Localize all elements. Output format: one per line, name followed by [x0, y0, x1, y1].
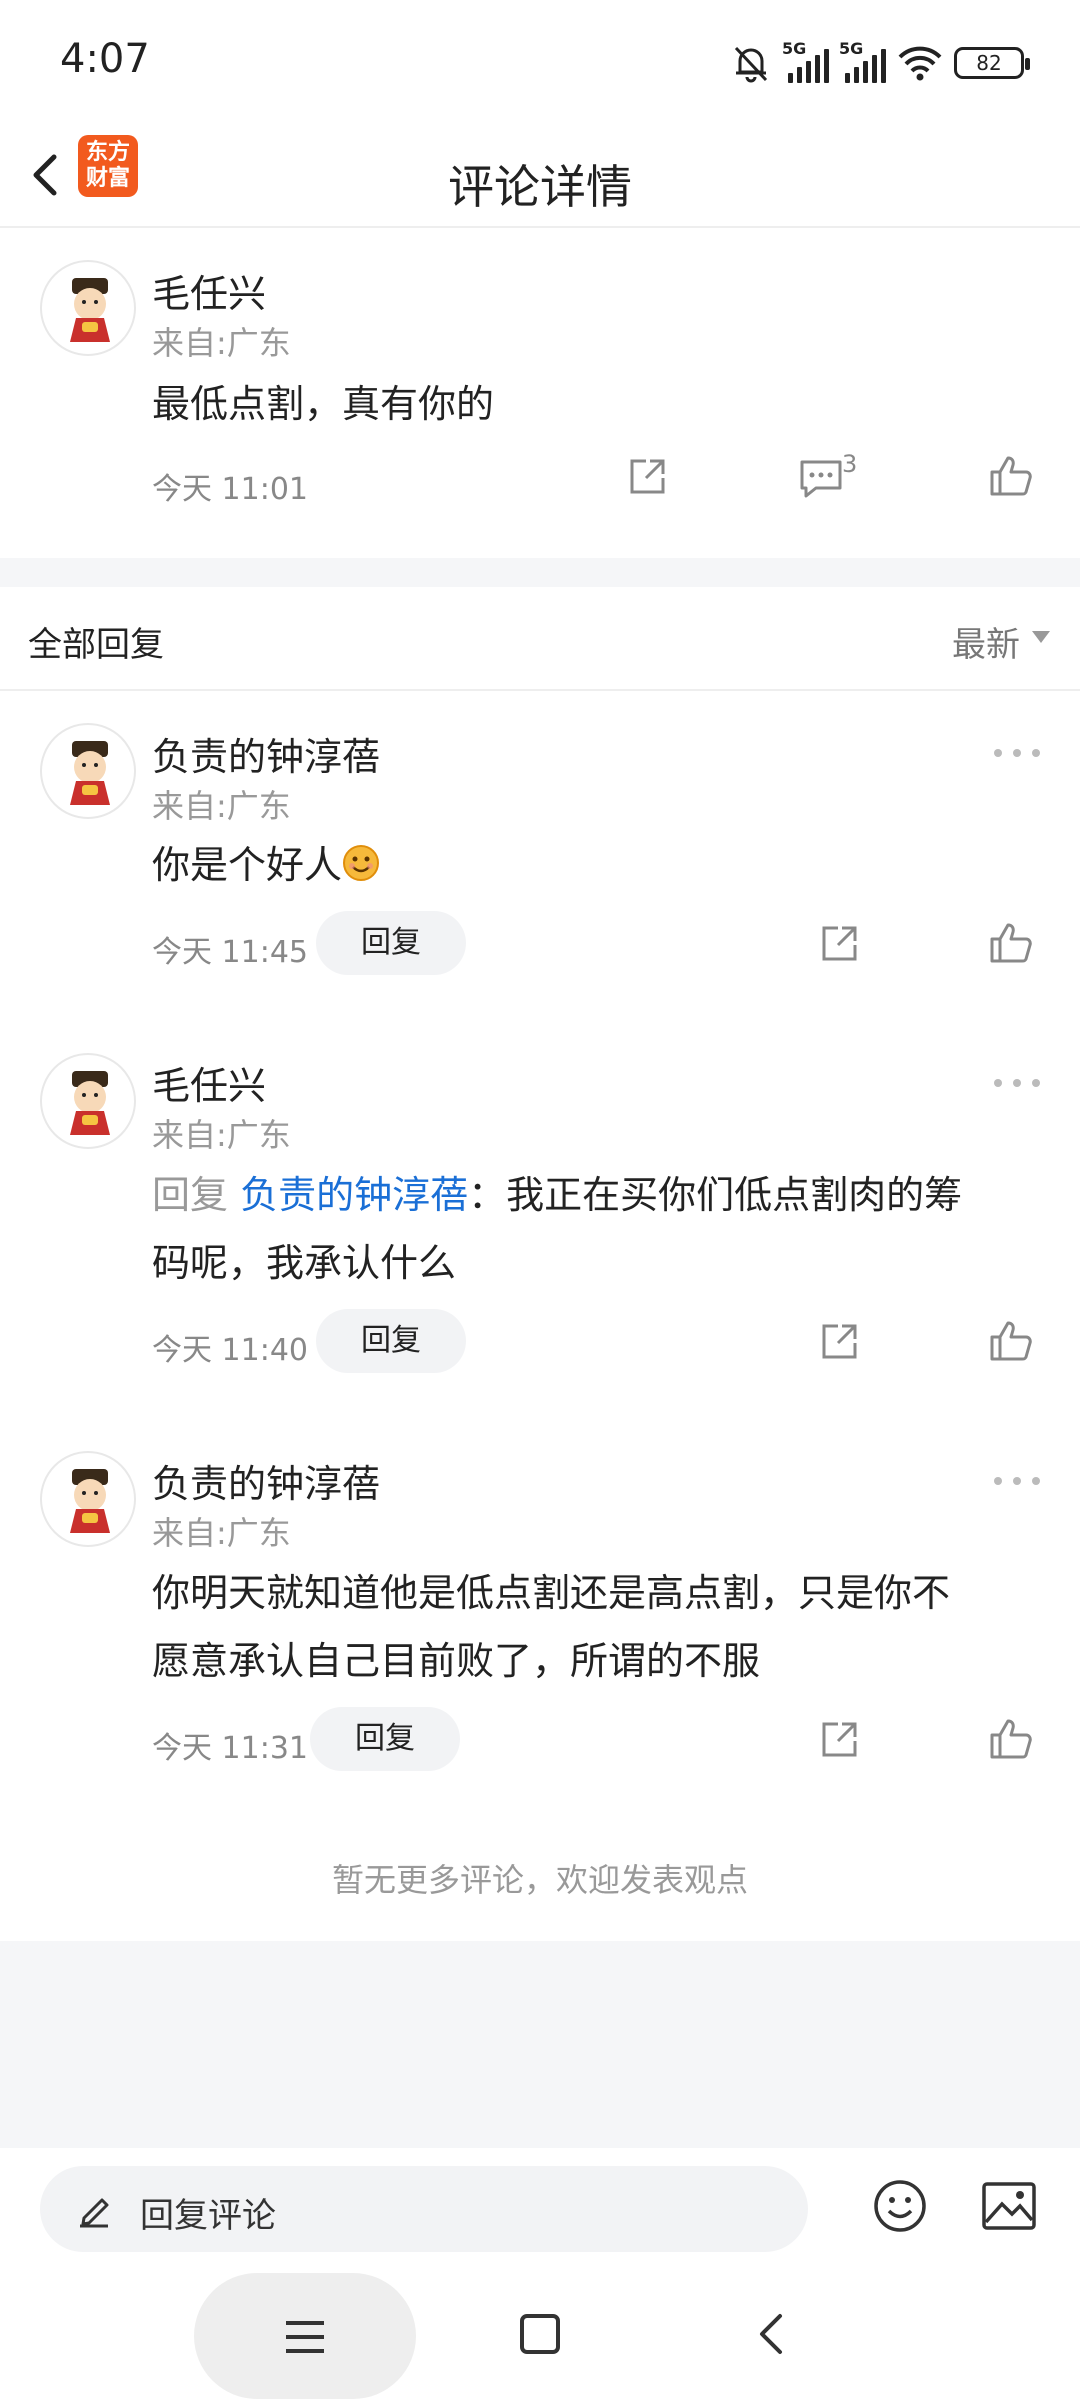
- sort-dropdown[interactable]: 最新: [952, 617, 1020, 666]
- bottom-input-bar: 回复评论: [0, 2148, 1080, 2268]
- menu-button[interactable]: [194, 2273, 416, 2399]
- share-icon[interactable]: [626, 456, 668, 498]
- avatar[interactable]: [40, 1053, 136, 1149]
- avatar[interactable]: [40, 723, 136, 819]
- reply-time: 今天 11:31: [152, 1731, 308, 1766]
- reply-text: 你是个好人: [152, 831, 380, 899]
- comment-time: 今天 11:01: [152, 472, 308, 507]
- comment-text: 最低点割，真有你的: [152, 382, 495, 426]
- share-icon[interactable]: [818, 923, 860, 965]
- reply-button[interactable]: 回复: [316, 911, 466, 975]
- reply-location: 来自:广东: [152, 1514, 291, 1552]
- signal-2-icon: 5G: [839, 39, 886, 83]
- avatar-fortune-god-icon: [70, 1071, 110, 1135]
- mute-bell-icon: [734, 46, 768, 83]
- status-time: 4:07: [60, 36, 150, 82]
- reply-location: 来自:广东: [152, 787, 291, 825]
- avatar-fortune-god-icon: [70, 741, 110, 805]
- home-square-icon[interactable]: [518, 2312, 562, 2356]
- mention-link[interactable]: 负责的钟淳蓓: [240, 1173, 468, 1217]
- smiley-emoji-icon: [343, 845, 380, 881]
- system-nav-bar: [0, 2268, 1080, 2400]
- top-nav-bar: 东方 财富 评论详情: [0, 125, 1080, 228]
- signal-1-icon: 5G: [782, 39, 829, 83]
- reply-author[interactable]: 负责的钟淳蓓: [152, 1453, 380, 1508]
- all-replies-label: 全部回复: [28, 625, 164, 665]
- like-icon[interactable]: [988, 921, 1032, 965]
- pencil-icon: [80, 2198, 109, 2228]
- main-comment: 毛任兴 来自:广东 最低点割，真有你的 今天 11:01 3: [0, 228, 1080, 558]
- reply-time: 今天 11:45: [152, 935, 308, 970]
- like-icon[interactable]: [988, 1717, 1032, 1761]
- reply-author[interactable]: 负责的钟淳蓓: [152, 726, 380, 781]
- replies-header: 全部回复 最新: [0, 587, 1080, 691]
- reply-input-placeholder: 回复评论: [140, 2196, 276, 2236]
- status-icons: 5G 5G 82: [730, 38, 1030, 88]
- share-icon[interactable]: [818, 1719, 860, 1761]
- image-picker-icon[interactable]: [980, 2178, 1038, 2234]
- more-options-icon[interactable]: [992, 1077, 1042, 1089]
- more-options-icon[interactable]: [992, 1475, 1042, 1487]
- replies-list: 负责的钟淳蓓 来自:广东 你是个好人 今天 11:45 回复 毛任兴 来自:广东…: [0, 691, 1080, 1941]
- wifi-icon: [898, 46, 942, 81]
- reply-location: 来自:广东: [152, 1116, 291, 1154]
- emoji-icon[interactable]: [872, 2178, 928, 2234]
- reply-text: 你明天就知道他是低点割还是高点割，只是你不 愿意承认自己目前败了，所谓的不服: [152, 1571, 951, 1683]
- avatar[interactable]: [40, 260, 136, 356]
- battery-icon: 82: [954, 47, 1030, 79]
- more-options-icon[interactable]: [992, 747, 1042, 759]
- comment-author[interactable]: 毛任兴: [152, 263, 266, 318]
- reply-author[interactable]: 毛任兴: [152, 1055, 266, 1110]
- avatar-fortune-god-icon: [70, 1469, 110, 1533]
- reply-button[interactable]: 回复: [310, 1707, 460, 1771]
- page-title: 评论详情: [448, 160, 632, 214]
- comment-location: 来自:广东: [152, 324, 291, 362]
- reply-text: 回复 负责的钟淳蓓：我正在买你们低点割肉的筹 码呢，我承认什么: [152, 1173, 963, 1285]
- chevron-down-icon[interactable]: [1032, 631, 1050, 643]
- menu-icon: [286, 2321, 324, 2353]
- reply-comment-input[interactable]: 回复评论: [40, 2166, 808, 2252]
- no-more-comments-text: 暂无更多评论，欢迎发表观点: [331, 1861, 748, 1899]
- like-icon[interactable]: [988, 454, 1032, 498]
- comment-icon[interactable]: [798, 458, 844, 500]
- share-icon[interactable]: [818, 1321, 860, 1363]
- reply-count-badge: 3: [842, 450, 858, 478]
- avatar-fortune-god-icon: [70, 278, 110, 342]
- reply-time: 今天 11:40: [152, 1333, 308, 1368]
- reply-button[interactable]: 回复: [316, 1309, 466, 1373]
- system-back-icon[interactable]: [752, 2312, 792, 2356]
- status-bar: 4:07 5G 5G 82: [0, 0, 1080, 125]
- avatar[interactable]: [40, 1451, 136, 1547]
- like-icon[interactable]: [988, 1319, 1032, 1363]
